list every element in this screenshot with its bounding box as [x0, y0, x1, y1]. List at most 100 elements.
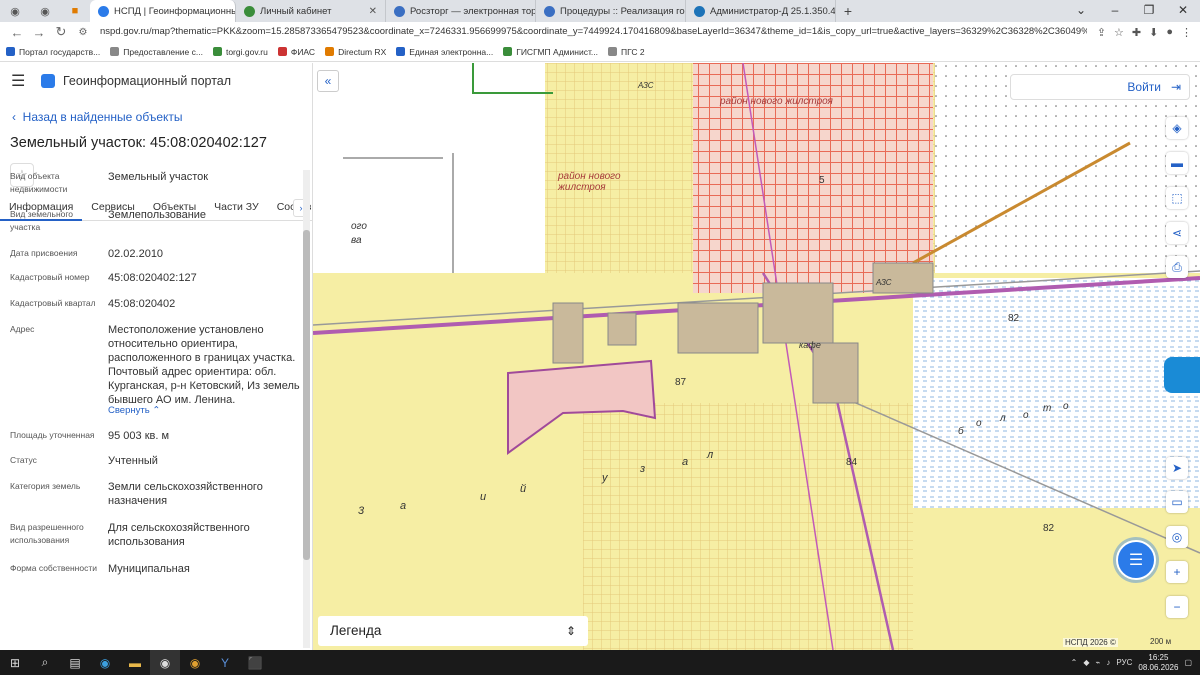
bookmark-item[interactable]: ФИАС: [277, 47, 315, 57]
bookmark-item[interactable]: ПГС 2: [607, 47, 645, 57]
tab-favicon: [694, 5, 705, 17]
map-label: 84: [846, 457, 858, 468]
bookmark-item[interactable]: Единая электронна...: [396, 47, 493, 57]
network-icon[interactable]: ⌁: [1096, 658, 1101, 667]
site-info-icon[interactable]: ⚙: [72, 27, 94, 38]
collapse-link[interactable]: Свернуть ⌃: [98, 404, 300, 418]
bookmark-icon: [6, 47, 15, 56]
menu-dots-icon[interactable]: ⋮: [1181, 26, 1192, 39]
location-icon[interactable]: ◎: [1166, 526, 1188, 548]
print-icon[interactable]: ⎙: [1166, 256, 1188, 278]
map-label: о: [1063, 401, 1069, 412]
select-area-icon[interactable]: ⬚: [1166, 187, 1188, 209]
volume-icon[interactable]: ♪: [1106, 658, 1110, 667]
collapse-panel-button[interactable]: «: [317, 70, 339, 92]
layers-icon[interactable]: ◈: [1166, 117, 1188, 139]
bookmarks-bar: Портал государств... Предоставление с...…: [0, 42, 1200, 62]
reload-icon[interactable]: ↻: [50, 24, 72, 40]
pinned-tab-icon[interactable]: ■: [60, 0, 90, 22]
property-value: 95 003 кв. м: [108, 430, 170, 442]
chevron-up-icon: ⌃: [152, 405, 161, 416]
portal-logo-icon: [41, 74, 55, 88]
new-tab-icon[interactable]: +: [836, 3, 860, 19]
maximize-icon[interactable]: ❐: [1132, 0, 1166, 22]
property-key: Дата присвоения: [10, 248, 78, 258]
share-icon[interactable]: ⋖: [1166, 222, 1188, 244]
property-key: Вид земельного участка: [10, 209, 74, 232]
building: [677, 302, 759, 354]
edge-icon[interactable]: ◉: [90, 650, 120, 675]
close-icon[interactable]: ✕: [369, 6, 377, 17]
zoom-in-icon[interactable]: +: [1166, 561, 1188, 583]
windows-start-icon[interactable]: ⊞: [0, 650, 30, 675]
panel-scrollbar[interactable]: [303, 170, 310, 648]
folder-icon[interactable]: ▬: [120, 650, 150, 675]
pdf-icon[interactable]: ⬛: [240, 650, 270, 675]
browser-tab[interactable]: Личный кабинет ✕: [236, 0, 386, 22]
clock[interactable]: 16:25 08.06.2026: [1138, 653, 1178, 673]
screen-icon[interactable]: ▭: [1166, 491, 1188, 513]
map-label: а: [682, 456, 689, 468]
building: [552, 302, 584, 364]
bookmark-item[interactable]: Портал государств...: [6, 47, 100, 57]
navigate-icon[interactable]: ➤: [1166, 457, 1188, 479]
address-bar: ← → ↻ ⚙ nspd.gov.ru/map?thematic=PKK&zoo…: [0, 22, 1200, 42]
zoom-out-icon[interactable]: −: [1166, 596, 1188, 618]
property-row: Дата присвоения 02.02.2010: [0, 247, 300, 261]
property-key: Вид объекта недвижимости: [10, 171, 68, 194]
back-arrow-icon[interactable]: ←: [6, 25, 28, 40]
search-icon[interactable]: ⌕: [30, 650, 60, 675]
map-copyright: НСПД 2026 ©: [1063, 638, 1118, 647]
map-label: л: [707, 449, 714, 461]
tab-favicon: [244, 5, 255, 17]
browser-tab[interactable]: Процедуры :: Реализация госи ✕: [536, 0, 686, 22]
language-indicator[interactable]: РУС: [1116, 658, 1132, 667]
bookmark-item[interactable]: Directum RX: [325, 47, 386, 57]
bookmark-item[interactable]: torgi.gov.ru: [212, 46, 268, 57]
browser-tab[interactable]: НСПД | Геоинформационный п ✕: [90, 0, 236, 22]
login-icon: ⇥: [1170, 80, 1181, 94]
chrome-icon[interactable]: ◉: [30, 0, 60, 22]
extensions-icon[interactable]: ✚: [1132, 26, 1141, 39]
bookmark-label: torgi.gov.ru: [225, 46, 268, 57]
chrome-icon[interactable]: ◉: [150, 650, 180, 675]
property-key: Категория земель: [10, 481, 81, 491]
property-row: Площадь уточненная 95 003 кв. м: [0, 429, 300, 443]
scrollbar-thumb[interactable]: [303, 230, 310, 560]
back-to-results-link[interactable]: ‹ Назад в найденные объекты: [12, 110, 183, 124]
expand-icon: ⇕: [565, 624, 576, 638]
map-label: ого: [351, 221, 367, 232]
legend-panel[interactable]: Легенда ⇕: [318, 616, 588, 646]
download-icon[interactable]: ⬇: [1149, 26, 1158, 39]
minimize-icon[interactable]: –: [1098, 0, 1132, 22]
profile-icon[interactable]: ●: [1166, 26, 1173, 39]
tab-label: НСПД | Геоинформационный п: [114, 5, 236, 17]
close-icon[interactable]: ✕: [1166, 0, 1200, 22]
map-label: 82: [1008, 313, 1020, 324]
rosreestr-widget-icon[interactable]: [1164, 357, 1200, 393]
property-row: Кадастровый номер 45:08:020402:127: [0, 271, 300, 285]
bookmark-item[interactable]: ГИСГМП Админист...: [503, 47, 598, 57]
hamburger-menu-icon[interactable]: ☰: [11, 71, 41, 91]
forward-arrow-icon[interactable]: →: [28, 25, 50, 40]
browser-tab[interactable]: Росзторг — электронная торг ✕: [386, 0, 536, 22]
chevron-down-icon[interactable]: ⌄: [1064, 0, 1098, 22]
url-field[interactable]: nspd.gov.ru/map?thematic=PKK&zoom=15.285…: [94, 24, 1087, 40]
property-key: Адрес: [10, 324, 35, 334]
login-button[interactable]: Войти ⇥: [1010, 74, 1190, 100]
chrome-icon[interactable]: ◉: [0, 0, 30, 22]
bookmark-item[interactable]: Предоставление с...: [110, 47, 203, 57]
bookmark-star-icon[interactable]: ☆: [1114, 26, 1124, 39]
chrome-icon[interactable]: ◉: [180, 650, 210, 675]
browser-tab[interactable]: Администратор-Д 25.1.350.417 ✕: [686, 0, 836, 22]
ruler-icon[interactable]: ▬: [1166, 152, 1188, 174]
chat-assistant-button[interactable]: ☰: [1116, 540, 1156, 580]
task-view-icon[interactable]: ▤: [60, 650, 90, 675]
app-tray-icon[interactable]: ◆: [1083, 658, 1089, 667]
notifications-icon[interactable]: ▢: [1184, 658, 1192, 667]
tray-chevron-icon[interactable]: ⌃: [1071, 658, 1078, 667]
cafe-building: [762, 282, 834, 344]
yandex-icon[interactable]: Y: [210, 650, 240, 675]
share-icon[interactable]: ⇪: [1097, 26, 1106, 39]
map-canvas[interactable]: район нового жилстроя район нового жилст…: [313, 63, 1200, 650]
